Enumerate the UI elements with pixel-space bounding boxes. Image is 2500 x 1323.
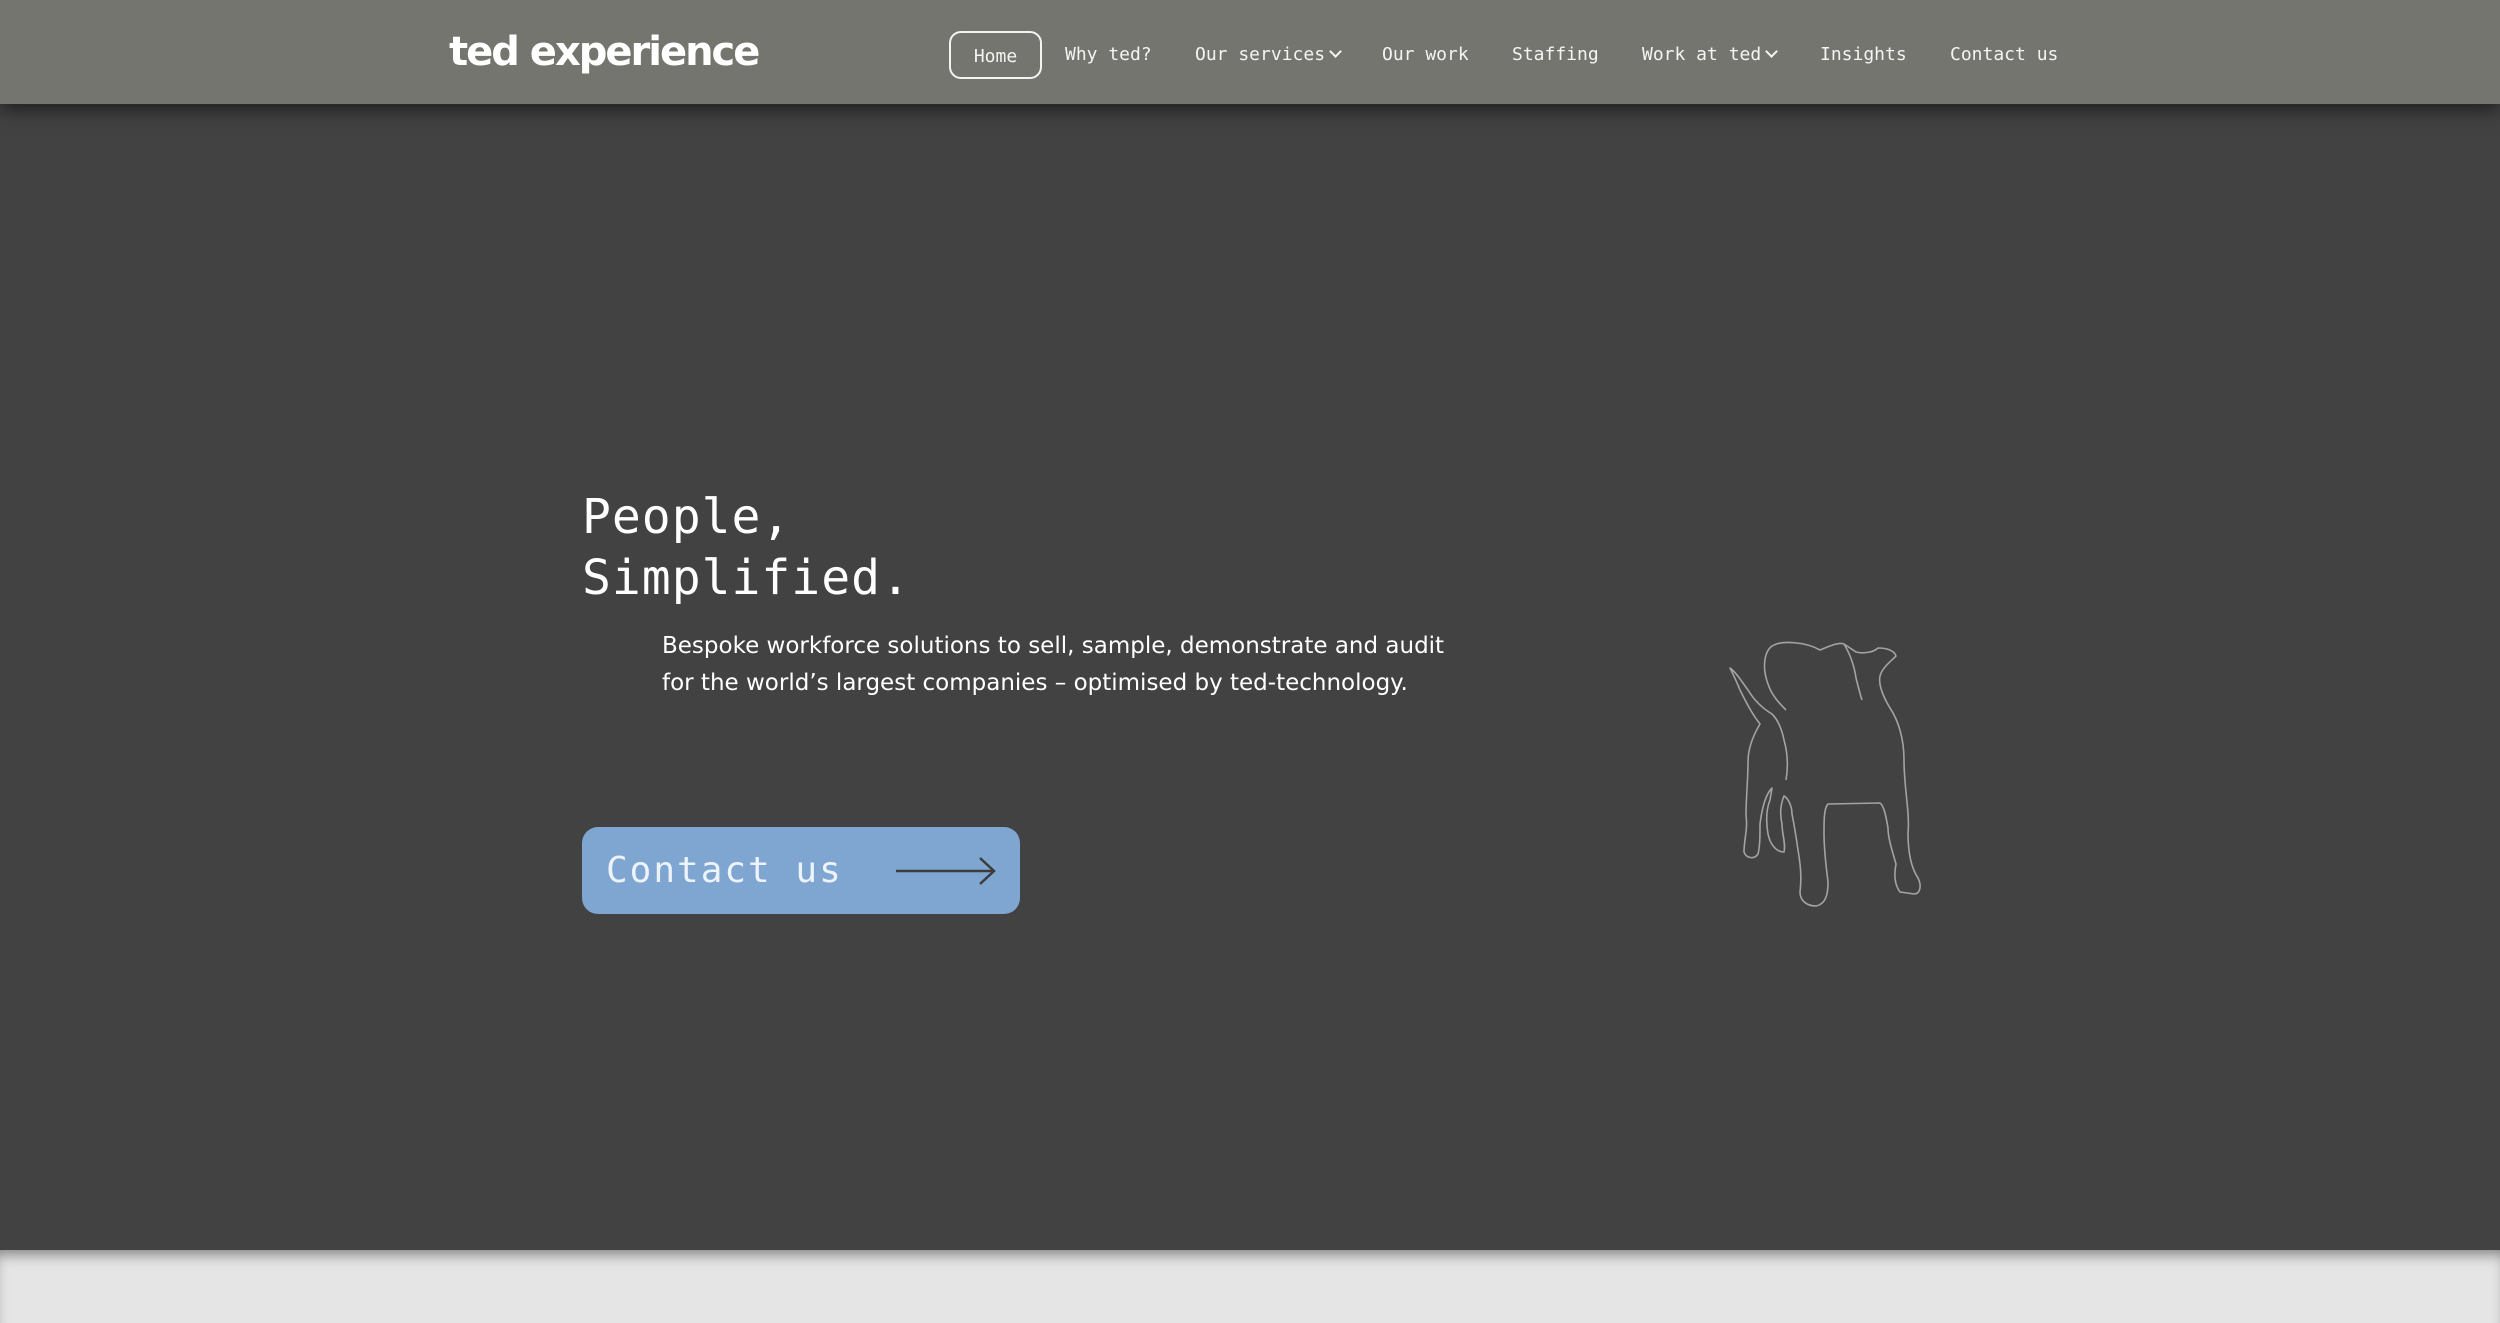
- chevron-down-icon: [1329, 45, 1342, 58]
- contact-us-button-label: Contact us: [606, 850, 843, 891]
- hero-subtext: Bespoke workforce solutions to sell, sam…: [662, 633, 1445, 696]
- nav-item-our-services[interactable]: Our services: [1195, 31, 1342, 79]
- hero-headline-line1: People,: [582, 489, 792, 545]
- hero-headline-line2: Simplified.: [582, 550, 911, 606]
- dog-outline-icon: [1729, 641, 1921, 907]
- nav-item-staffing[interactable]: Staffing: [1512, 31, 1599, 79]
- nav-item-home[interactable]: Home: [949, 31, 1042, 79]
- nav-item-work-at-ted-label: Work at ted: [1642, 44, 1762, 65]
- contact-us-button[interactable]: Contact us: [582, 827, 1020, 914]
- next-section-edge: [0, 1250, 2500, 1323]
- brand-logo[interactable]: ted experience: [449, 22, 760, 82]
- site-header: ted experience Home Why ted? Our service…: [0, 0, 2500, 104]
- nav-item-our-services-label: Our services: [1195, 44, 1326, 65]
- nav-item-our-work[interactable]: Our work: [1382, 31, 1469, 79]
- arrow-right-icon: [896, 857, 996, 885]
- hero-headline: People, Simplified.: [582, 487, 911, 609]
- nav-item-why-ted[interactable]: Why ted?: [1065, 31, 1152, 79]
- nav-item-work-at-ted[interactable]: Work at ted: [1642, 31, 1779, 79]
- chevron-down-icon: [1765, 45, 1779, 58]
- nav-item-insights[interactable]: Insights: [1820, 31, 1907, 79]
- nav-item-contact-us[interactable]: Contact us: [1950, 31, 2058, 79]
